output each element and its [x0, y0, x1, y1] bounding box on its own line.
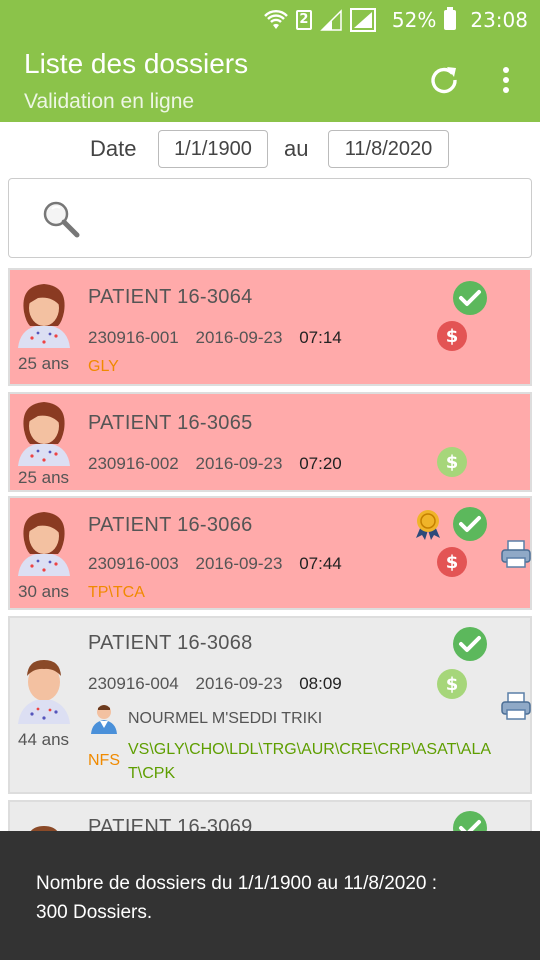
wifi-icon	[264, 9, 288, 31]
refresh-icon[interactable]	[428, 64, 460, 96]
female-patient-avatar	[18, 402, 70, 466]
dossier-date: 2016-09-23	[195, 454, 283, 473]
list-item[interactable]: 25 ans PATIENT 16-3064 230916-001 2016-0…	[8, 268, 532, 386]
dossier-list[interactable]: 25 ans PATIENT 16-3064 230916-001 2016-0…	[0, 262, 540, 832]
date-filter: Date 1/1/1900 au 11/8/2020	[0, 122, 540, 176]
check-icon	[453, 627, 487, 661]
check-icon	[453, 281, 487, 315]
list-item[interactable]: PATIENT 16-3069	[8, 800, 532, 832]
award-icon	[416, 510, 440, 540]
app-bar: Liste des dossiers Validation en ligne	[0, 40, 540, 122]
patient-age: 44 ans	[18, 730, 70, 749]
status-icons: 2 52% 23:08	[264, 7, 528, 32]
overflow-menu-icon[interactable]	[496, 64, 516, 96]
dossier-date: 2016-09-23	[195, 674, 283, 693]
date-from-field[interactable]: 1/1/1900	[158, 130, 268, 168]
dossier-date: 2016-09-23	[195, 554, 283, 573]
doctor-icon	[91, 705, 117, 734]
patient-name: PATIENT 16-3064	[88, 286, 253, 308]
au-label: au	[284, 136, 309, 161]
check-icon	[453, 811, 487, 832]
search-input[interactable]	[99, 197, 519, 241]
sim-slot-badge: 2	[295, 10, 312, 30]
page-subtitle: Validation en ligne	[24, 90, 195, 113]
svg-text:$: $	[446, 326, 459, 347]
male-patient-avatar	[18, 660, 70, 724]
dossier-id: 230916-002	[88, 454, 179, 473]
dossier-time: 07:44	[299, 554, 342, 573]
tests-pending: GLY	[88, 358, 119, 375]
page-title: Liste des dossiers	[24, 48, 249, 79]
signal-icon	[320, 9, 342, 31]
printer-icon[interactable]	[500, 538, 532, 570]
patient-name: PATIENT 16-3069	[88, 816, 253, 832]
female-patient-avatar	[18, 512, 70, 576]
printer-icon[interactable]	[500, 690, 532, 722]
doctor-name: NOURMEL M'SEDDI TRIKI	[128, 710, 323, 727]
dossier-time: 07:20	[299, 454, 342, 473]
date-to-field[interactable]: 11/8/2020	[328, 130, 449, 168]
dossier-meta: 230916-001 2016-09-23 07:14	[88, 328, 342, 348]
svg-text:$: $	[446, 552, 459, 573]
battery-icon	[444, 7, 457, 30]
patient-age: 25 ans	[18, 468, 70, 487]
female-patient-avatar	[18, 284, 70, 348]
patient-age: 30 ans	[18, 582, 70, 601]
dossier-id: 230916-004	[88, 674, 179, 693]
dossier-id: 230916-003	[88, 554, 179, 573]
dollar-icon: $	[437, 669, 467, 699]
patient-age: 25 ans	[18, 354, 70, 373]
list-item[interactable]: 30 ans PATIENT 16-3066 230916-003 2016-0…	[8, 496, 532, 610]
dossier-meta: 230916-003 2016-09-23 07:44	[88, 554, 342, 574]
battery-percent: 52%	[391, 8, 437, 32]
dollar-icon: $	[437, 547, 467, 577]
list-item[interactable]: 25 ans PATIENT 16-3065 230916-002 2016-0…	[8, 392, 532, 492]
dossier-date: 2016-09-23	[195, 328, 283, 347]
dollar-icon: $	[437, 321, 467, 351]
svg-text:$: $	[446, 452, 459, 473]
patient-name: PATIENT 16-3065	[88, 412, 253, 434]
tests-validated: VS\GLY\CHO\LDL\TRG\AUR\CRE\CRP\ASAT\ALAT…	[128, 741, 492, 782]
patient-name: PATIENT 16-3068	[88, 632, 253, 654]
dollar-icon: $	[437, 447, 467, 477]
search-box[interactable]	[8, 178, 532, 258]
status-bar: 2 52% 23:08	[0, 0, 540, 40]
tests-pending: TP\TCA	[88, 584, 145, 601]
dossier-meta: 230916-002 2016-09-23 07:20	[88, 454, 342, 474]
clock: 23:08	[470, 8, 528, 32]
tests-pending: NFS	[88, 752, 120, 769]
toast-message: Nombre de dossiers du 1/1/1900 au 11/8/2…	[0, 831, 540, 960]
dossier-meta: 230916-004 2016-09-23 08:09	[88, 674, 342, 694]
list-item[interactable]: 44 ans PATIENT 16-3068 230916-004 2016-0…	[8, 616, 532, 794]
signal-icon-2	[349, 8, 376, 32]
svg-text:$: $	[446, 674, 459, 695]
dossier-time: 08:09	[299, 674, 342, 693]
dossier-id: 230916-001	[88, 328, 179, 347]
check-icon	[453, 507, 487, 541]
date-label: Date	[90, 136, 137, 161]
dossier-time: 07:14	[299, 328, 342, 347]
patient-name: PATIENT 16-3066	[88, 514, 253, 536]
toast-text: Nombre de dossiers du 1/1/1900 au 11/8/2…	[36, 873, 438, 923]
search-icon[interactable]	[41, 199, 81, 239]
